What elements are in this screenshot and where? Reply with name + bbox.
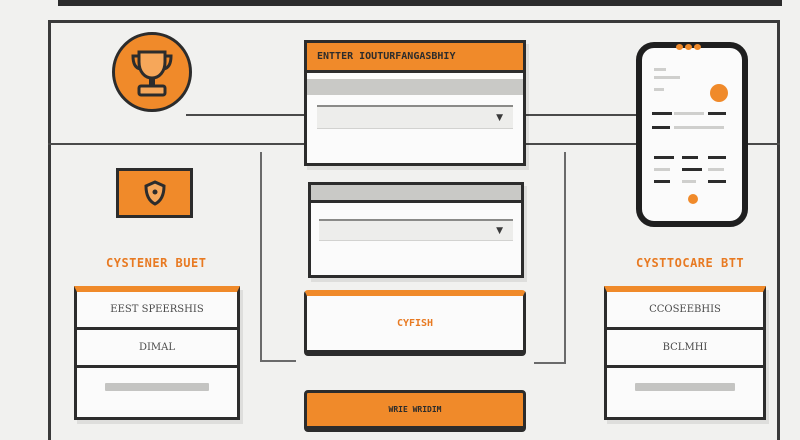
right-form-row-2[interactable]: BCLMHI bbox=[607, 330, 763, 368]
connector-trophy bbox=[186, 114, 306, 116]
input-panel-secondary: ▼ bbox=[308, 182, 524, 278]
shield-badge[interactable] bbox=[116, 168, 193, 218]
phone-notch bbox=[676, 44, 704, 50]
left-form-row-1[interactable]: EEST SPEERSHIS bbox=[77, 292, 237, 330]
secondary-button[interactable]: WRIE WRIDIM bbox=[304, 390, 526, 432]
connector-left-vertical bbox=[260, 152, 262, 362]
text-field-secondary[interactable]: ▼ bbox=[319, 219, 513, 241]
left-form-row-3[interactable] bbox=[77, 368, 237, 406]
avatar[interactable] bbox=[710, 84, 728, 102]
left-form-row-2[interactable]: DIMAL bbox=[77, 330, 237, 368]
input-panel-primary: ENTTER IOUTURFANGASBHIY ▼ bbox=[304, 40, 526, 166]
connector-right-vertical bbox=[564, 152, 566, 364]
placeholder-bar bbox=[635, 383, 735, 391]
connector-left bbox=[48, 143, 306, 145]
connector-left-foot bbox=[260, 360, 296, 362]
top-bar bbox=[58, 0, 782, 6]
left-section-label: CYSTENER BUET bbox=[106, 256, 207, 270]
shield-icon bbox=[143, 180, 166, 206]
text-field-primary[interactable]: ▼ bbox=[317, 105, 513, 129]
home-button[interactable] bbox=[688, 194, 698, 204]
connector-phone bbox=[524, 114, 638, 116]
phone-screen bbox=[648, 56, 736, 216]
right-form-row-3[interactable] bbox=[607, 368, 763, 406]
primary-button[interactable]: CYFISH bbox=[304, 290, 526, 356]
connector-right-foot bbox=[534, 362, 566, 364]
right-section-label: CYSTTOCARE BTT bbox=[636, 256, 745, 270]
left-form-card: EEST SPEERSHIS DIMAL bbox=[74, 286, 240, 420]
chevron-down-icon: ▼ bbox=[496, 112, 503, 123]
trophy-icon bbox=[112, 32, 192, 112]
panel-header-strip bbox=[311, 185, 521, 203]
panel-title: ENTTER IOUTURFANGASBHIY bbox=[307, 43, 523, 73]
right-form-card: CCOSEEBHIS BCLMHI bbox=[604, 286, 766, 420]
chevron-down-icon: ▼ bbox=[496, 225, 503, 236]
right-form-row-1[interactable]: CCOSEEBHIS bbox=[607, 292, 763, 330]
panel-toolbar bbox=[307, 79, 523, 95]
placeholder-bar bbox=[105, 383, 209, 391]
